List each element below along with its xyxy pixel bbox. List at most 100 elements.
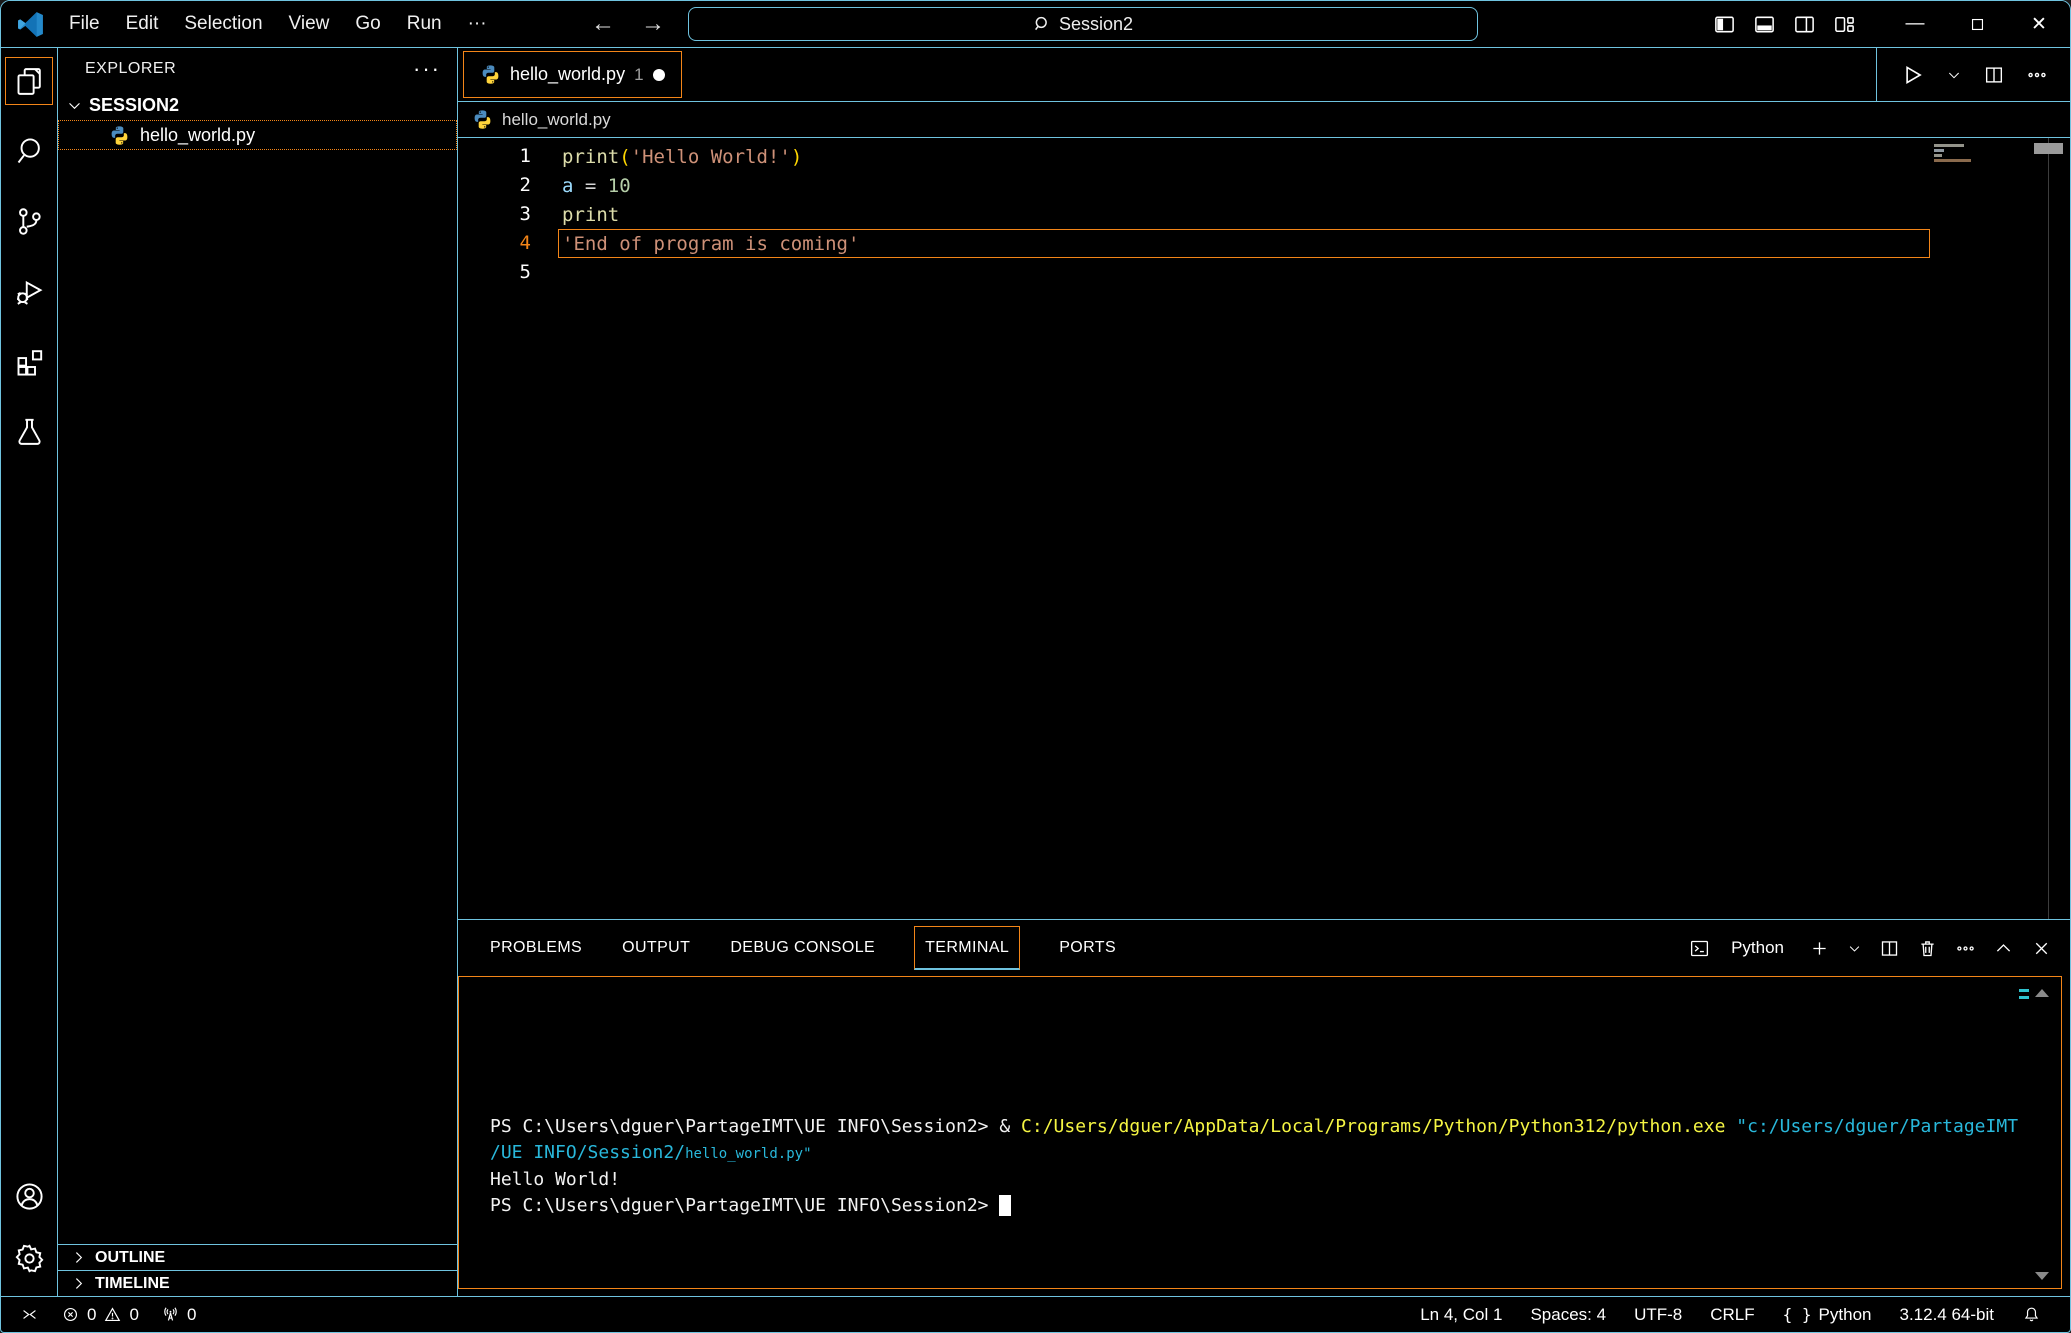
files-icon [13, 65, 46, 98]
activitybar-extensions[interactable] [5, 337, 53, 385]
close-button[interactable]: ✕ [2008, 1, 2070, 47]
errors-count: 0 [87, 1305, 96, 1325]
maximize-icon [1969, 16, 1986, 33]
panel-header: PROBLEMS OUTPUT DEBUG CONSOLE TERMINAL PORTS… [458, 920, 2070, 976]
problems-status[interactable]: 0 0 [50, 1297, 150, 1332]
forward-arrow-icon[interactable]: → [639, 10, 667, 38]
timeline-label: TIMELINE [95, 1275, 170, 1293]
menu-view[interactable]: View [276, 8, 343, 40]
customize-layout-icon[interactable] [1833, 13, 1856, 36]
menu-run[interactable]: Run [394, 8, 455, 40]
new-terminal-icon[interactable] [1809, 938, 1830, 959]
warnings-icon [103, 1305, 122, 1324]
run-dropdown-chevron-icon[interactable] [1946, 67, 1962, 83]
maximize-button[interactable] [1946, 1, 2008, 47]
braces-icon: { } [1783, 1305, 1812, 1324]
toggle-panel-icon[interactable] [1753, 13, 1776, 36]
code-line-1[interactable]: 1print('Hello World!') [458, 142, 1930, 171]
toggle-secondary-sidebar-icon[interactable] [1793, 13, 1816, 36]
python-version[interactable]: 3.12.4 64-bit [1888, 1297, 2005, 1332]
tab-bar: hello_world.py 1 [458, 48, 2070, 102]
cursor-position[interactable]: Ln 4, Col 1 [1409, 1297, 1513, 1332]
search-value: Session2 [1059, 14, 1133, 35]
folder-label: SESSION2 [89, 95, 179, 116]
extensions-icon [13, 345, 46, 378]
split-terminal-icon[interactable] [1879, 938, 1900, 959]
activitybar-search[interactable] [5, 127, 53, 175]
split-editor-icon[interactable] [1983, 64, 2005, 86]
activitybar-run-debug[interactable] [5, 267, 53, 315]
panel-tab-problems[interactable]: PROBLEMS [479, 926, 593, 970]
file-hello-world[interactable]: hello_world.py [58, 120, 457, 150]
accounts-button[interactable] [5, 1172, 53, 1220]
editor-scrollbar[interactable] [2027, 138, 2070, 919]
activity-bar [1, 48, 58, 1296]
code-editor[interactable]: 1print('Hello World!')2a = 103print4'End… [458, 138, 2070, 919]
scrollbar-track [2048, 138, 2049, 919]
python-file-icon [472, 109, 493, 130]
outline-label: OUTLINE [95, 1249, 165, 1267]
run-python-file-icon[interactable] [1899, 62, 1925, 88]
close-panel-icon[interactable] [2031, 938, 2052, 959]
code-line-5[interactable]: 5 [458, 258, 1930, 287]
scrollbar-handle[interactable] [2034, 143, 2063, 154]
code-line-2[interactable]: 2a = 10 [458, 171, 1930, 200]
more-actions-icon[interactable] [2026, 64, 2048, 86]
breadcrumb-file: hello_world.py [502, 110, 611, 130]
terminal-scroll-down-icon[interactable] [2035, 1272, 2049, 1280]
menu-[interactable]: ··· [455, 8, 500, 40]
maximize-panel-chevron-icon[interactable] [1993, 938, 2014, 959]
eol-sequence[interactable]: CRLF [1699, 1297, 1765, 1332]
settings-button[interactable] [5, 1234, 53, 1282]
code-text: 'End of program is coming' [558, 229, 1930, 258]
notifications[interactable] [2011, 1297, 2052, 1332]
panel-tab-terminal[interactable]: TERMINAL [914, 926, 1020, 970]
titlebar-right: — ✕ [1713, 1, 2070, 47]
menu-file[interactable]: File [56, 8, 113, 40]
sidebar-more-actions[interactable]: ··· [413, 64, 441, 74]
panel-more-actions-icon[interactable] [1955, 938, 1976, 959]
statusbar-left: 0 0 0 [1, 1297, 207, 1332]
code-line-3[interactable]: 3print [458, 200, 1930, 229]
menu-selection[interactable]: Selection [171, 8, 275, 40]
activitybar-testing[interactable] [5, 407, 53, 455]
back-arrow-icon[interactable]: ← [589, 10, 617, 38]
terminal-scroll-up-icon[interactable] [2035, 989, 2049, 997]
menu-edit[interactable]: Edit [113, 8, 172, 40]
remote-indicator[interactable] [9, 1297, 50, 1332]
activitybar-explorer[interactable] [5, 57, 53, 105]
bell-icon [2022, 1305, 2041, 1324]
command-center-search[interactable]: Session2 [688, 7, 1478, 41]
language-mode[interactable]: { } Python [1772, 1297, 1883, 1332]
explorer-sidebar: EXPLORER ··· SESSION2 hello_world.py OUT… [58, 48, 458, 1296]
terminal-output[interactable]: PS C:\Users\dguer\PartageIMT\UE INFO\Ses… [458, 976, 2062, 1289]
timeline-section[interactable]: TIMELINE [58, 1270, 457, 1296]
panel-tab-debug-console[interactable]: DEBUG CONSOLE [719, 926, 886, 970]
panel-tab-ports[interactable]: PORTS [1048, 926, 1127, 970]
indentation[interactable]: Spaces: 4 [1519, 1297, 1617, 1332]
line-number: 1 [458, 142, 531, 171]
activitybar-source-control[interactable] [5, 197, 53, 245]
errors-icon [61, 1305, 80, 1324]
title-bar: FileEditSelectionViewGoRun··· ← → Sessio… [1, 1, 2070, 48]
panel-actions: Python [1689, 938, 2052, 959]
toggle-sidebar-icon[interactable] [1713, 13, 1736, 36]
ports-status[interactable]: 0 [150, 1297, 207, 1332]
minimap[interactable] [1931, 140, 2026, 260]
radio-tower-icon [161, 1305, 180, 1324]
minimize-button[interactable]: — [1884, 1, 1946, 47]
panel-tab-output[interactable]: OUTPUT [611, 926, 701, 970]
breadcrumb[interactable]: hello_world.py [458, 102, 2070, 138]
folder-session2[interactable]: SESSION2 [58, 90, 457, 120]
terminal-dropdown-chevron-icon[interactable] [1847, 941, 1862, 956]
statusbar-right: Ln 4, Col 1 Spaces: 4 UTF-8 CRLF { } Pyt… [1409, 1297, 2052, 1332]
kill-terminal-trash-icon[interactable] [1917, 938, 1938, 959]
tab-hello-world[interactable]: hello_world.py 1 [463, 51, 682, 98]
code-line-4[interactable]: 4'End of program is coming' [458, 229, 1930, 258]
python-file-icon [109, 125, 130, 146]
menu-go[interactable]: Go [342, 8, 393, 40]
modified-dot-icon[interactable] [653, 69, 665, 81]
encoding[interactable]: UTF-8 [1623, 1297, 1693, 1332]
outline-section[interactable]: OUTLINE [58, 1244, 457, 1270]
tab-problems-badge: 1 [634, 65, 643, 85]
